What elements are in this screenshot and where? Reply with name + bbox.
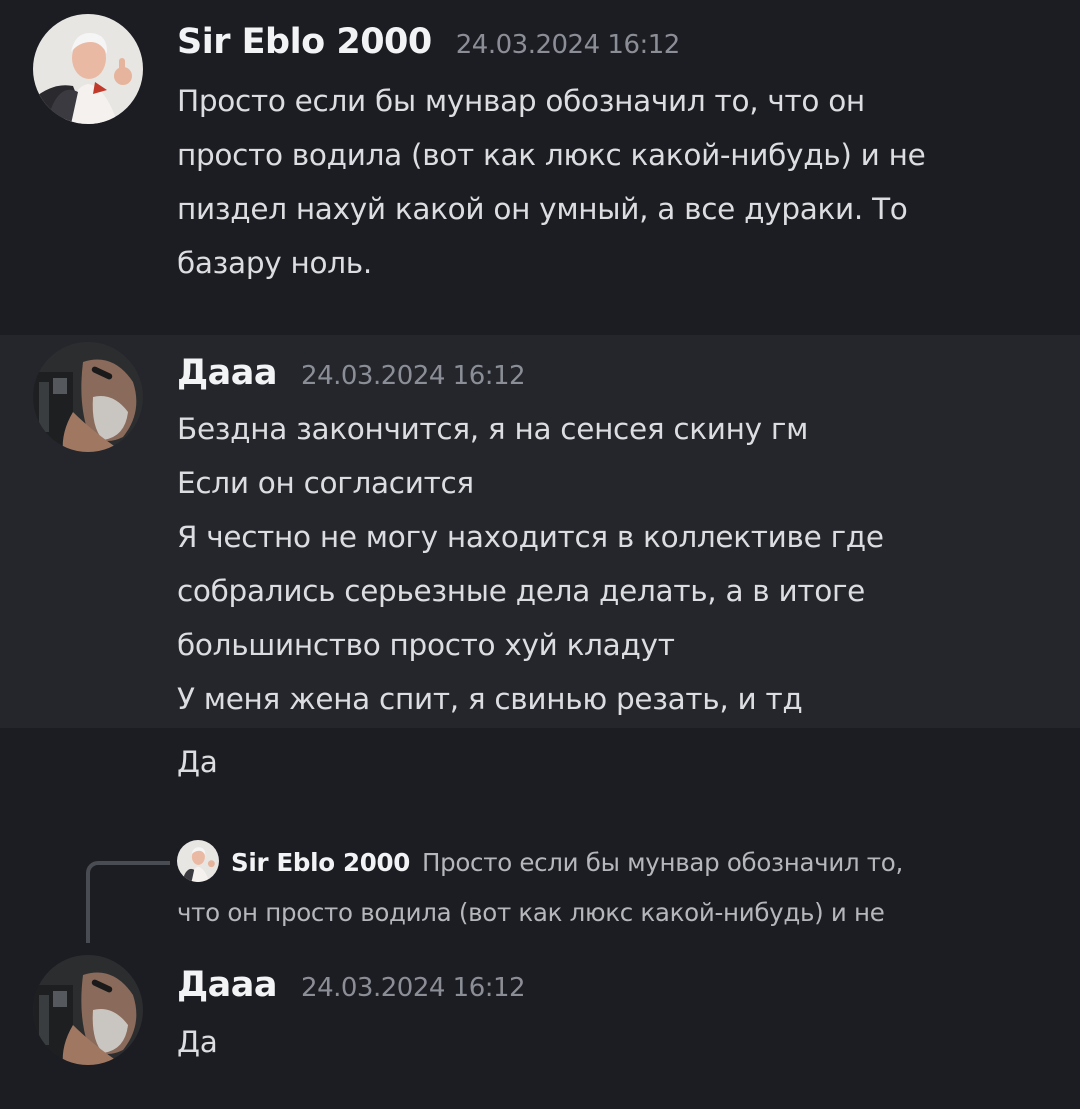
author-name[interactable]: Sir Eblo 2000	[177, 22, 432, 62]
reply-avatar	[177, 840, 219, 882]
message-line: базару ноль.	[177, 246, 372, 280]
avatar-sir-eblo-icon	[177, 840, 219, 882]
reply-author[interactable]: Sir Eblo 2000	[231, 848, 410, 877]
avatar-sir-eblo-icon	[33, 14, 143, 124]
reply-preview[interactable]: Sir Eblo 2000 Просто если бы мунвар обозн…	[177, 838, 1037, 938]
timestamp: 24.03.2024 16:12	[301, 361, 526, 391]
message-line: У меня жена спит, я свинью резать, и тд	[177, 682, 803, 716]
reply-line: Sir Eblo 2000 Просто если бы мунвар обозн…	[177, 838, 1037, 888]
message-line: просто водила (вот как люкс какой-нибудь…	[177, 138, 926, 172]
avatar[interactable]	[33, 342, 143, 452]
author-name[interactable]: Дааа	[177, 353, 278, 393]
message-header: Sir Eblo 2000 24.03.2024 16:12	[177, 22, 680, 62]
message-line: Да	[177, 1025, 218, 1059]
reply-text: что он просто водила (вот как люкс какой…	[177, 898, 885, 927]
avatar[interactable]	[33, 955, 143, 1065]
author-name[interactable]: Дааа	[177, 965, 278, 1005]
message-header: Дааа 24.03.2024 16:12	[177, 965, 526, 1005]
chat-log: Sir Eblo 2000 24.03.2024 16:12 Просто ес…	[0, 0, 1080, 1109]
message[interactable]: Дааа 24.03.2024 16:12 Да	[0, 945, 1080, 1109]
message-line: Да	[177, 745, 218, 779]
message-text: Да	[177, 1015, 1057, 1069]
reply-text: Просто если бы мунвар обозначил то,	[421, 848, 903, 877]
message-line: собрались серьезные дела делать, а в ито…	[177, 574, 866, 608]
message-text: Просто если бы мунвар обозначил то, что …	[177, 74, 1057, 290]
avatar-daaa-icon	[33, 342, 143, 452]
reply-connector	[86, 861, 170, 943]
message-text: Да	[177, 735, 1057, 789]
message-line: Бездна закончится, я на сенсея скину гм	[177, 412, 809, 446]
message-text: Бездна закончится, я на сенсея скину гм …	[177, 402, 1057, 726]
message[interactable]: Да	[0, 728, 1080, 798]
message[interactable]: Дааа 24.03.2024 16:12 Бездна закончится,…	[0, 335, 1080, 728]
timestamp: 24.03.2024 16:12	[455, 30, 681, 60]
timestamp: 24.03.2024 16:12	[301, 973, 526, 1003]
message[interactable]: Sir Eblo 2000 24.03.2024 16:12 Просто ес…	[0, 0, 1080, 335]
avatar-daaa-icon	[33, 955, 143, 1065]
message-line: большинство просто хуй кладут	[177, 628, 675, 662]
avatar[interactable]	[33, 14, 143, 124]
message-line: Я честно не могу находится в коллективе …	[177, 520, 884, 554]
message-line: Просто если бы мунвар обозначил то, что …	[177, 84, 865, 118]
message-line: пиздел нахуй какой он умный, а все дурак…	[177, 192, 908, 226]
message-header: Дааа 24.03.2024 16:12	[177, 353, 526, 393]
message-line: Если он согласится	[177, 466, 474, 500]
